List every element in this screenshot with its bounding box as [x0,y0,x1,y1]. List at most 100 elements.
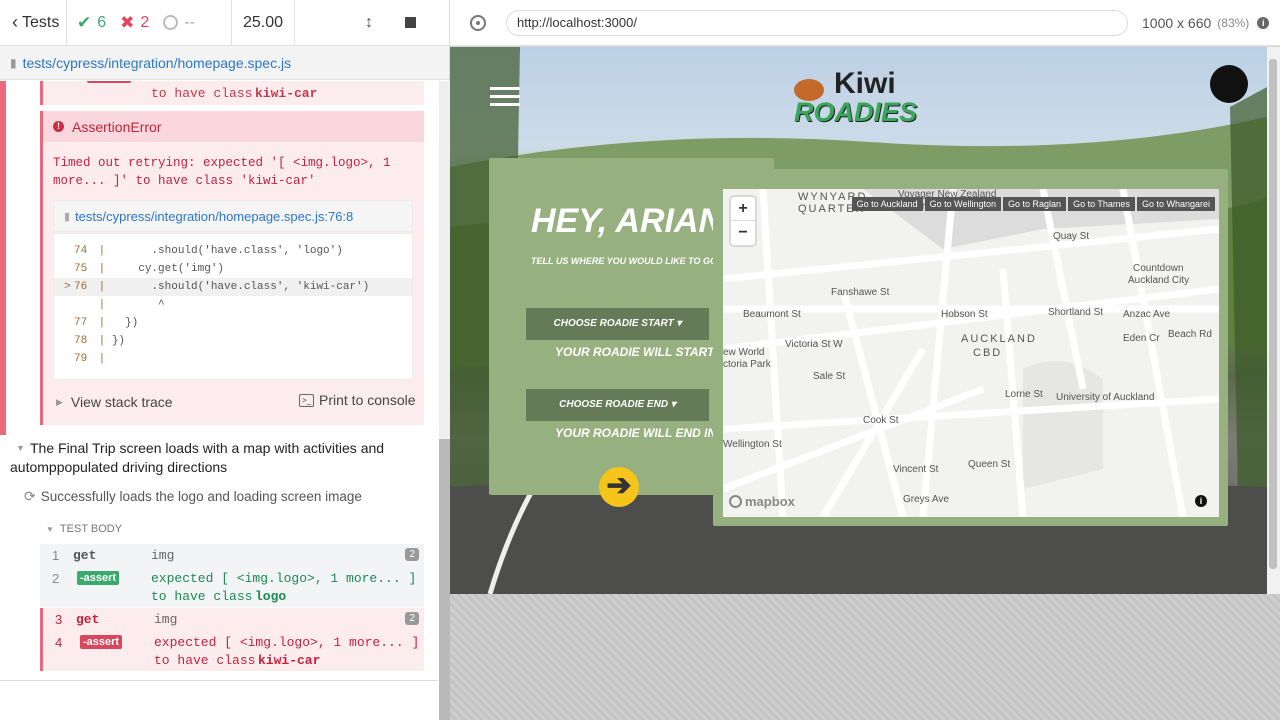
caret-down-icon: ▼ [46,524,54,534]
map-goto-button[interactable]: Go to Wellington [924,197,1002,211]
zoom-out-button[interactable]: − [731,221,755,245]
mapbox-logo[interactable]: mapbox [729,494,795,509]
duration: 25.00 [232,0,295,46]
map-label: Auckland City [1128,275,1190,286]
code-gutter: | [92,353,112,365]
command-count-badge: 2 [405,612,419,625]
code-line-marker [64,350,74,368]
map-label: Lorne St [1005,389,1043,400]
logo-bottom-text: ROADIES [794,97,918,127]
code-line: >76 | .should('have.class', 'kiwi-car') [54,278,412,296]
map-label: Wellington St [723,439,782,450]
logo-top-text: Kiwi [834,67,896,100]
aut-scrollbar-thumb[interactable] [1269,59,1277,569]
scrollbar-thumb[interactable] [439,439,450,720]
viewport-size: 1000 x 660 [1142,14,1212,31]
map-label: Anzac Ave [1123,309,1171,320]
code-line-number: 77 [74,317,88,329]
view-stack-trace[interactable]: ▶ View stack trace [56,394,173,410]
zoom-controls: + − [731,197,755,245]
stop-button[interactable] [395,0,426,46]
stack-trace-label: View stack trace [70,394,173,410]
command-count-badge: 2 [405,548,419,561]
github-icon[interactable] [1210,65,1248,103]
auto-scroll-icon[interactable]: ↕ [365,14,373,32]
caret-down-icon: ▼ [16,443,25,453]
refresh-icon: ⟳ [24,488,36,504]
command-row[interactable]: 3 get img 2 [40,608,424,631]
map-goto-button[interactable]: Go to Whangarei [1136,197,1215,211]
zoom-in-button[interactable]: + [731,197,755,221]
code-line: 78 | }) [54,332,412,350]
code-gutter: | [92,245,112,257]
prev-command[interactable]: to have class kiwi-car [40,81,424,105]
map-label: Victoria St W [785,339,843,350]
controls: ↕ [295,0,373,46]
arrow-right-icon: ➔ [606,469,632,502]
file-icon: ▮ [64,210,71,223]
map-label: Vincent St [893,464,939,475]
tagline: TELL US WHERE YOU WOULD LIKE TO GO! [531,256,721,266]
passed-count: 6 [97,13,107,31]
code-gutter: | [92,263,112,275]
map-goto-button[interactable]: Go to Auckland [851,197,923,211]
next-arrow-button[interactable]: ➔ [599,467,639,507]
map-label: Beach Rd [1168,329,1212,340]
menu-icon[interactable] [490,87,520,107]
mapbox-icon [729,495,742,508]
command-message-value: kiwi-car [258,653,321,668]
failed-count: 2 [140,13,150,31]
duration-value: 25.00 [242,13,284,31]
map-nav-buttons: Go to Auckland Go to Wellington Go to Ragl… [851,197,1215,211]
command-row[interactable]: 4 -assert expected [ <img.logo>, 1 more...… [40,631,424,671]
map-container: Go to Auckland Go to Wellington Go to Ragl… [713,169,1228,526]
spec-path[interactable]: tests/cypress/integration/homepage.spec.… [23,55,291,71]
error-file-link[interactable]: ▮ tests/cypress/integration/homepage.spe… [53,200,413,232]
url-input[interactable]: http://localhost:3000/ [506,9,1128,36]
error-icon: ! [53,121,64,132]
command-name: -assert [77,571,120,585]
test-title-row[interactable]: ⟳ Successfully loads the logo and loadin… [24,488,362,505]
app-viewport: Kiwi ROADIES HEY, ARIANNA TELL US WHERE … [450,47,1267,594]
suite-title-row[interactable]: ▼ The Final Trip screen loads with a map… [10,439,400,477]
code-line-marker [64,296,74,314]
code-line-marker [64,242,74,260]
choose-end-button[interactable]: CHOOSE ROADIE END ▾ [526,389,709,421]
test-body-header[interactable]: ▼ TEST BODY [46,523,122,535]
selector-playground-icon[interactable] [470,14,486,31]
fail-rail [0,81,6,435]
reporter-scrollbar[interactable] [439,81,450,720]
command-log: to have class kiwi-car ! AssertionError … [0,81,438,681]
map[interactable]: Go to Auckland Go to Wellington Go to Ragl… [723,189,1219,517]
error-title: AssertionError [72,118,162,135]
map-label: Shortland St [1048,307,1104,318]
map-label: Beaumont St [743,309,801,320]
print-to-console-button[interactable]: >_ Print to console [299,392,416,408]
info-icon[interactable]: i [1195,495,1207,507]
test-body-label: TEST BODY [59,523,123,535]
code-text: }) [111,317,139,329]
tests-nav-button[interactable]: ‹ Tests [0,0,67,46]
code-line: 79 | [54,350,412,368]
map-label: Countdown [1133,263,1184,274]
prev-assert-value: kiwi-car [255,86,318,101]
info-icon[interactable]: i [1257,16,1270,29]
choose-start-button[interactable]: CHOOSE ROADIE START ▾ [526,308,709,340]
pending-count: -- [184,13,195,31]
command-row[interactable]: 2 -assert expected [ <img.logo>, 1 more...… [40,567,424,607]
code-frame: 74 | .should('have.class', 'logo') 75 | … [53,233,413,380]
map-goto-button[interactable]: Go to Raglan [1003,197,1067,211]
check-icon: ✔ [77,12,92,32]
code-line-number: 76 [74,281,88,293]
command-row[interactable]: 1 get img 2 [40,544,424,567]
code-line-number: 75 [74,263,88,275]
map-label: ew World [723,347,765,358]
aut-scrollbar[interactable] [1267,47,1280,594]
map-goto-button[interactable]: Go to Thames [1068,197,1135,211]
map-label: Sale St [813,371,846,382]
error-header: ! AssertionError [43,111,424,142]
map-label: AUCKLAND [961,333,1037,345]
spec-file-bar[interactable]: ▮ tests/cypress/integration/homepage.spe… [0,46,449,80]
url-text: http://localhost:3000/ [517,15,637,30]
prev-assert-text: to have class [151,86,253,101]
